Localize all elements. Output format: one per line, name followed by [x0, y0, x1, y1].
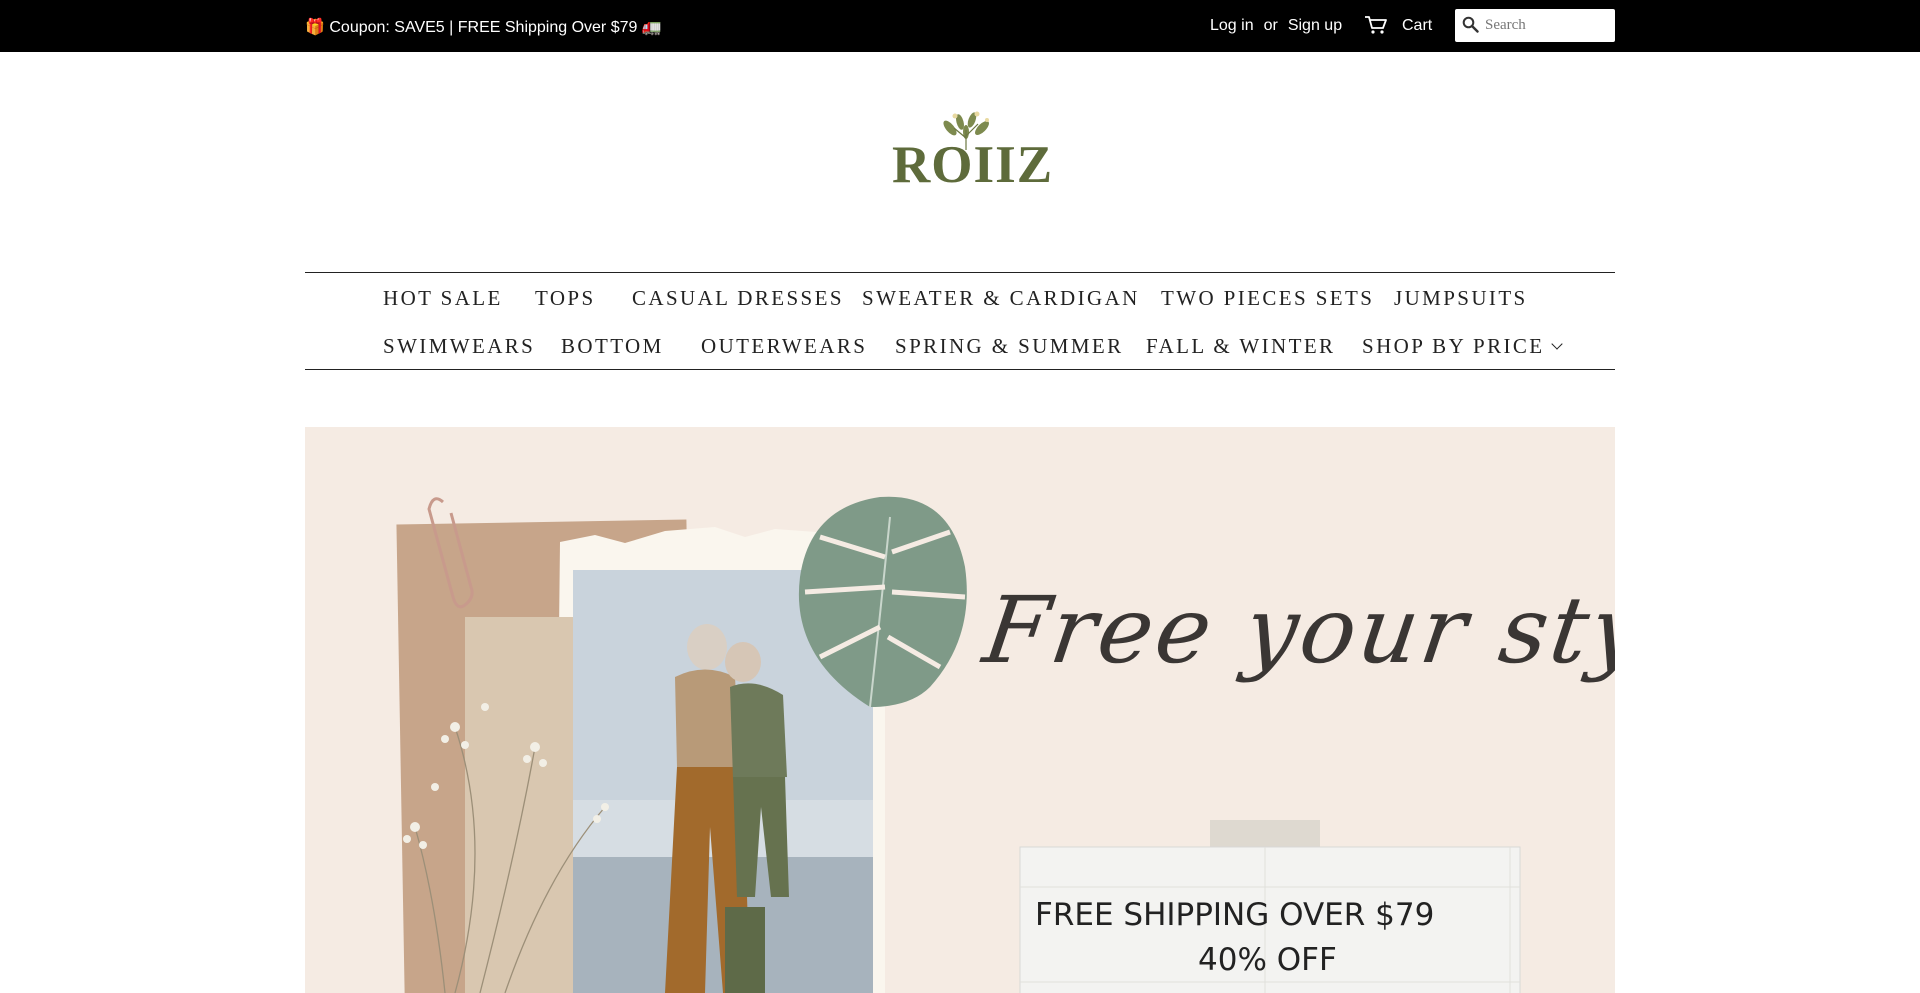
chevron-down-icon — [1550, 338, 1563, 350]
search-input[interactable] — [1485, 9, 1611, 42]
nav-row-2: SWIMWEARS BOTTOM OUTERWEARS SPRING & SUM… — [305, 334, 1615, 364]
nav-item-two-pieces-sets[interactable]: TWO PIECES SETS — [1161, 286, 1374, 311]
account-links: Log in or Sign up — [1210, 17, 1342, 35]
nav-item-outerwears[interactable]: OUTERWEARS — [701, 334, 867, 359]
hero-free-shipping-text: FREE SHIPPING OVER $79 — [1035, 897, 1435, 933]
nav-item-casual-dresses[interactable]: CASUAL DRESSES — [632, 286, 844, 311]
cart-link[interactable]: Cart — [1402, 17, 1432, 35]
signup-link[interactable]: Sign up — [1288, 17, 1342, 34]
nav-item-jumpsuits[interactable]: JUMPSUITS — [1394, 286, 1528, 311]
or-separator: or — [1263, 17, 1278, 34]
site-logo[interactable]: ROIIZ — [880, 108, 1052, 194]
main-navigation: HOT SALE TOPS CASUAL DRESSES SWEATER & C… — [305, 272, 1615, 370]
hero-banner[interactable]: Free your style FREE SHIPPING OVER $79 4… — [305, 427, 1615, 993]
nav-item-hot-sale[interactable]: HOT SALE — [383, 286, 503, 311]
nav-item-fall-winter[interactable]: FALL & WINTER — [1146, 334, 1335, 359]
nav-item-shop-by-price[interactable]: SHOP BY PRICE — [1362, 334, 1563, 359]
nav-item-sweater-cardigan[interactable]: SWEATER & CARDIGAN — [862, 286, 1140, 311]
search-box — [1455, 9, 1615, 42]
login-link[interactable]: Log in — [1210, 17, 1254, 34]
nav-item-swimwears[interactable]: SWIMWEARS — [383, 334, 535, 359]
announcement-bar: 🎁 Coupon: SAVE5 | FREE Shipping Over $79… — [0, 0, 1920, 52]
nav-item-bottom[interactable]: BOTTOM — [561, 334, 664, 359]
nav-row-1: HOT SALE TOPS CASUAL DRESSES SWEATER & C… — [305, 286, 1615, 316]
hero-headline: Free your style — [977, 577, 1615, 684]
nav-item-tops[interactable]: TOPS — [535, 286, 596, 311]
shop-by-price-label: SHOP BY PRICE — [1362, 334, 1545, 358]
coupon-text: 🎁 Coupon: SAVE5 | FREE Shipping Over $79… — [305, 19, 662, 36]
search-icon[interactable] — [1462, 16, 1479, 33]
logo-text: ROIIZ — [892, 136, 1054, 194]
hero-discount-text: 40% OFF — [1198, 942, 1337, 978]
cart-icon[interactable] — [1364, 15, 1388, 35]
nav-item-spring-summer[interactable]: SPRING & SUMMER — [895, 334, 1124, 359]
